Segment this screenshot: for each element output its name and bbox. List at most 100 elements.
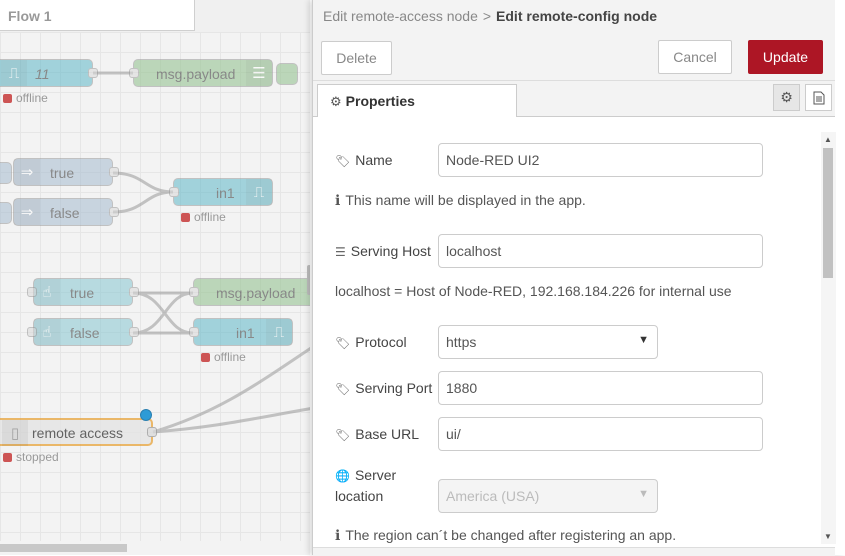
chevron-down-icon: ▼	[638, 488, 649, 500]
flow-node-false-button[interactable]: ☝ false	[33, 318, 139, 346]
node-status: offline	[181, 210, 226, 224]
serving-port-label: 🏷 Serving Port	[335, 380, 433, 396]
gear-icon: ⚙	[330, 94, 342, 109]
node-label: remote access	[32, 425, 124, 441]
partial-node	[0, 202, 12, 224]
output-port[interactable]	[129, 327, 139, 337]
flow-node-msg-payload-2[interactable]: msg.payload	[189, 278, 310, 306]
debug-toggle-button[interactable]	[276, 63, 298, 85]
flow-node-in1[interactable]: in1 ⎍	[169, 178, 273, 206]
breadcrumb-current: Edit remote-config node	[496, 8, 658, 24]
editor-tray: Edit remote-access node > Edit remote-conf…	[312, 0, 845, 556]
server-location-tip: ℹ The region can´t be changed after regis…	[335, 527, 677, 543]
node-status: stopped	[3, 450, 59, 464]
input-port[interactable]	[189, 327, 199, 337]
serving-port-field[interactable]: 1880	[438, 371, 763, 405]
input-port[interactable]	[189, 287, 199, 297]
tray-header: Edit remote-access node > Edit remote-conf…	[313, 0, 835, 81]
flow-node-true[interactable]: ⇒ true	[13, 158, 119, 186]
update-button[interactable]: Update	[748, 40, 823, 74]
tray-tabs: ⚙ Properties ⚙	[313, 81, 835, 117]
input-port[interactable]	[27, 287, 37, 297]
node-label: in1	[216, 185, 235, 201]
node-label: false	[70, 325, 100, 341]
partial-node	[0, 162, 12, 184]
name-label: 🏷 Name	[335, 152, 393, 168]
output-port[interactable]	[88, 68, 98, 78]
output-port[interactable]	[147, 427, 157, 437]
node-label: in1	[236, 325, 255, 341]
serving-host-field[interactable]: localhost	[438, 234, 763, 268]
serving-host-tip: localhost = Host of Node-RED, 192.168.18…	[335, 283, 732, 299]
chevron-down-icon: ▼	[638, 334, 649, 346]
info-circle-icon: ℹ	[335, 192, 341, 208]
breadcrumb-parent[interactable]: Edit remote-access node	[323, 8, 478, 24]
properties-form: 🏷 Name Node-RED UI2 ℹ This name will be di…	[313, 117, 821, 547]
mobile-phone-icon: ▯	[2, 420, 28, 446]
flow-node-remote-access[interactable]: ▯ remote access	[0, 418, 157, 446]
node-label: 11	[35, 66, 50, 82]
output-port[interactable]	[109, 207, 119, 217]
tab-properties[interactable]: ⚙ Properties	[317, 84, 517, 117]
wave-icon: ⎍	[246, 179, 272, 205]
node-label: msg.payload	[156, 66, 236, 82]
tag-icon: 🏷	[335, 428, 351, 442]
description-tab-button[interactable]	[805, 84, 832, 111]
node-label: true	[70, 285, 95, 301]
server-location-label: 🌐 Server location	[335, 467, 397, 504]
flow-workspace: Flow 1 ⎍ 11 offline msg.payload ☰ ⇒ true…	[0, 0, 310, 555]
base-url-field[interactable]: ui/	[438, 417, 763, 451]
protocol-select[interactable]: https ▼	[438, 325, 658, 359]
horizontal-scrollbar[interactable]	[0, 541, 310, 555]
delete-button[interactable]: Delete	[321, 41, 392, 75]
flow-node-in1-2[interactable]: in1 ⎍	[189, 318, 293, 346]
breadcrumb-separator: >	[482, 8, 492, 24]
scroll-up-icon[interactable]: ▲	[824, 135, 832, 144]
flow-node-msg-payload[interactable]: msg.payload ☰	[129, 59, 273, 87]
flow-canvas[interactable]: ⎍ 11 offline msg.payload ☰ ⇒ true ⇒ fals…	[0, 32, 310, 541]
input-port[interactable]	[129, 68, 139, 78]
output-port[interactable]	[129, 287, 139, 297]
tag-icon: 🏷	[335, 154, 351, 168]
flow-node-false[interactable]: ⇒ false	[13, 198, 119, 226]
tab-flow-1[interactable]: Flow 1	[0, 0, 195, 31]
settings-tab-button[interactable]: ⚙	[773, 84, 800, 111]
tag-icon: 🏷	[335, 336, 351, 350]
file-text-icon	[813, 91, 824, 104]
flow-node-11[interactable]: ⎍ 11	[0, 59, 98, 87]
cancel-button[interactable]: Cancel	[658, 40, 732, 74]
workspace-tab-bar: Flow 1	[0, 0, 310, 33]
scroll-down-icon[interactable]: ▼	[824, 532, 832, 541]
list-icon: ☰	[246, 60, 272, 86]
info-circle-icon: ℹ	[335, 527, 341, 543]
node-label: false	[50, 205, 80, 221]
node-label: msg.payload	[216, 285, 296, 301]
tab-label: Properties	[345, 93, 415, 109]
serving-host-label: ☰ Serving Host	[335, 243, 431, 259]
arrow-right-icon: ⇒	[14, 199, 40, 225]
scrollbar-thumb[interactable]	[823, 148, 833, 278]
protocol-value: https	[446, 334, 477, 350]
node-label: true	[50, 165, 75, 181]
globe-icon: 🌐	[335, 469, 350, 483]
wave-icon: ⎍	[266, 319, 292, 345]
server-location-value: America (USA)	[446, 488, 540, 504]
hand-pointer-icon: ☝	[34, 279, 60, 305]
name-field[interactable]: Node-RED UI2	[438, 143, 763, 177]
name-tip: ℹ This name will be displayed in the app.	[335, 192, 586, 208]
resize-handle[interactable]	[307, 265, 310, 295]
hand-pointer-icon: ☝	[34, 319, 60, 345]
vertical-scrollbar[interactable]: ▲ ▼	[821, 132, 836, 544]
breadcrumb: Edit remote-access node > Edit remote-conf…	[323, 8, 657, 24]
flow-node-true-button[interactable]: ☝ true	[33, 278, 139, 306]
output-port[interactable]	[109, 167, 119, 177]
input-port[interactable]	[169, 187, 179, 197]
scrollbar-thumb[interactable]	[0, 544, 127, 552]
wave-icon: ⎍	[1, 60, 27, 86]
changed-indicator-icon	[140, 409, 152, 421]
server-location-select: America (USA) ▼	[438, 479, 658, 513]
node-status: offline	[3, 91, 48, 105]
server-icon: ☰	[335, 245, 346, 259]
node-status: offline	[201, 350, 246, 364]
input-port[interactable]	[27, 327, 37, 337]
